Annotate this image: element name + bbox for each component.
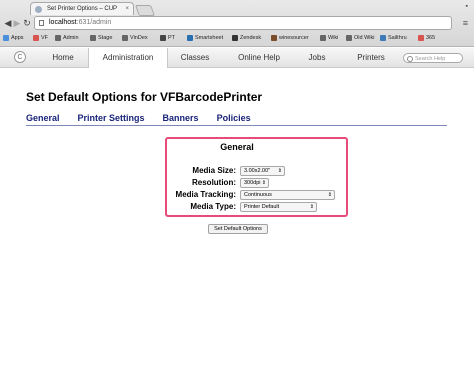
bookmark-item[interactable]: winesourcer [271,35,309,41]
close-tab-icon[interactable]: × [125,3,129,15]
field-label: Media Type: [190,202,236,211]
bookmark-icon [380,35,386,41]
nav-tab-online-help[interactable]: Online Help [224,48,294,67]
select-arrow-icon: ⇕ [327,192,332,198]
field-media-size: Media Size: 3.00x2.00" ⇕ [0,166,474,176]
bookmark-label: Zendesk [240,35,262,41]
window-controls-icon[interactable]: ▪ [466,3,468,10]
bookmark-item[interactable]: VinDex [122,35,148,41]
bookmark-icon [271,35,277,41]
bookmark-item[interactable]: 365 [418,35,435,41]
subtab-banners[interactable]: Banners [163,113,199,123]
media-size-select[interactable]: 3.00x2.00" ⇕ [240,166,285,176]
bookmark-icon [346,35,352,41]
field-label: Media Tracking: [175,190,236,199]
subtab-general[interactable]: General [26,113,60,123]
field-media-type: Media Type: Printer Default ⇕ [0,202,474,212]
bookmark-icon [55,35,61,41]
new-tab-button[interactable] [134,5,156,16]
bookmark-item[interactable]: Stage [90,35,112,41]
section-title: General [220,142,254,152]
bookmark-item[interactable]: Apps [3,35,24,41]
browser-tab[interactable]: Set Printer Options – CUP × [30,2,134,15]
nav-tab-printers[interactable]: Printers [340,48,402,67]
bookmark-item[interactable]: Zendesk [232,35,261,41]
select-value: 3.00x2.00" [244,168,271,174]
subtabs-divider [26,125,447,126]
cups-navbar: C Home Administration Classes Online Hel… [0,48,474,68]
bookmark-icon [187,35,193,41]
bookmarks-bar: Apps VF Admin Stage VinDex PT Smartsheet Zendes… [0,32,474,45]
subtab-policies[interactable]: Policies [217,113,251,123]
page-title: Set Default Options for VFBarcodePrinter [26,90,263,104]
bookmark-label: winesourcer [279,35,309,41]
reload-icon[interactable]: ↻ [22,18,32,29]
bookmark-item[interactable]: Wiki [320,35,338,41]
bookmark-item[interactable]: Old Wiki [346,35,374,41]
nav-tab-administration[interactable]: Administration [88,48,168,68]
menu-icon[interactable]: ≡ [463,18,468,28]
bookmark-item[interactable]: Admin [55,35,79,41]
bookmark-icon [160,35,166,41]
subtabs: General Printer Settings Banners Policie… [26,113,251,123]
field-media-tracking: Media Tracking: Continuous ⇕ [0,190,474,200]
nav-tab-home[interactable]: Home [38,48,88,67]
select-value: Printer Default [244,204,280,210]
nav-tab-classes[interactable]: Classes [166,48,224,67]
bookmark-icon [3,35,9,41]
media-type-select[interactable]: Printer Default ⇕ [240,202,317,212]
subtab-printer-settings[interactable]: Printer Settings [78,113,145,123]
bookmark-label: Stage [98,35,113,41]
bookmark-icon [122,35,128,41]
bookmark-item[interactable]: PT [160,35,175,41]
media-tracking-select[interactable]: Continuous ⇕ [240,190,335,200]
bookmark-icon [90,35,96,41]
bookmark-label: VinDex [130,35,148,41]
select-arrow-icon: ⇕ [309,204,314,210]
bookmark-item[interactable]: Sailthru [380,35,407,41]
bookmark-icon [320,35,326,41]
bookmark-icon [33,35,39,41]
url-host: localhost [49,19,77,26]
page-icon [39,20,44,26]
select-value: Continuous [244,192,272,198]
bookmark-item[interactable]: Smartsheet [187,35,223,41]
bookmark-label: Wiki [328,35,339,41]
nav-tab-jobs[interactable]: Jobs [294,48,340,67]
set-default-options-button[interactable]: Set Default Options [208,224,268,234]
search-help-input[interactable]: Search Help [403,53,463,63]
field-label: Resolution: [192,178,236,187]
tab-title: Set Printer Options – CUP [47,6,118,12]
field-resolution: Resolution: 300dpi ⇕ [0,178,474,188]
bookmark-label: 365 [426,35,436,41]
bookmark-label: Admin [63,35,79,41]
url-path: :631/admin [76,19,112,26]
select-arrow-icon: ⇕ [261,180,266,186]
forward-icon[interactable]: ▶ [12,18,22,29]
browser-chrome: Set Printer Options – CUP × ▪ ◀ ▶ ↻ loca… [0,0,474,47]
address-bar[interactable]: localhost:631/admin [34,16,452,30]
bookmark-label: PT [168,35,176,41]
search-placeholder: Search Help [415,56,446,62]
bookmark-icon [418,35,424,41]
bookmark-icon [232,35,238,41]
bookmark-label: Sailthru [388,35,407,41]
tab-favicon-icon [35,6,42,13]
bookmark-label: Apps [11,35,24,41]
bookmark-label: Old Wiki [354,35,375,41]
search-icon [407,56,413,62]
select-value: 300dpi [244,180,261,186]
bookmark-label: Smartsheet [195,35,224,41]
select-arrow-icon: ⇕ [277,168,282,174]
cups-logo-icon[interactable]: C [14,51,26,63]
resolution-select[interactable]: 300dpi ⇕ [240,178,269,188]
field-label: Media Size: [192,166,236,175]
bookmark-item[interactable]: VF [33,35,48,41]
bookmark-label: VF [41,35,49,41]
